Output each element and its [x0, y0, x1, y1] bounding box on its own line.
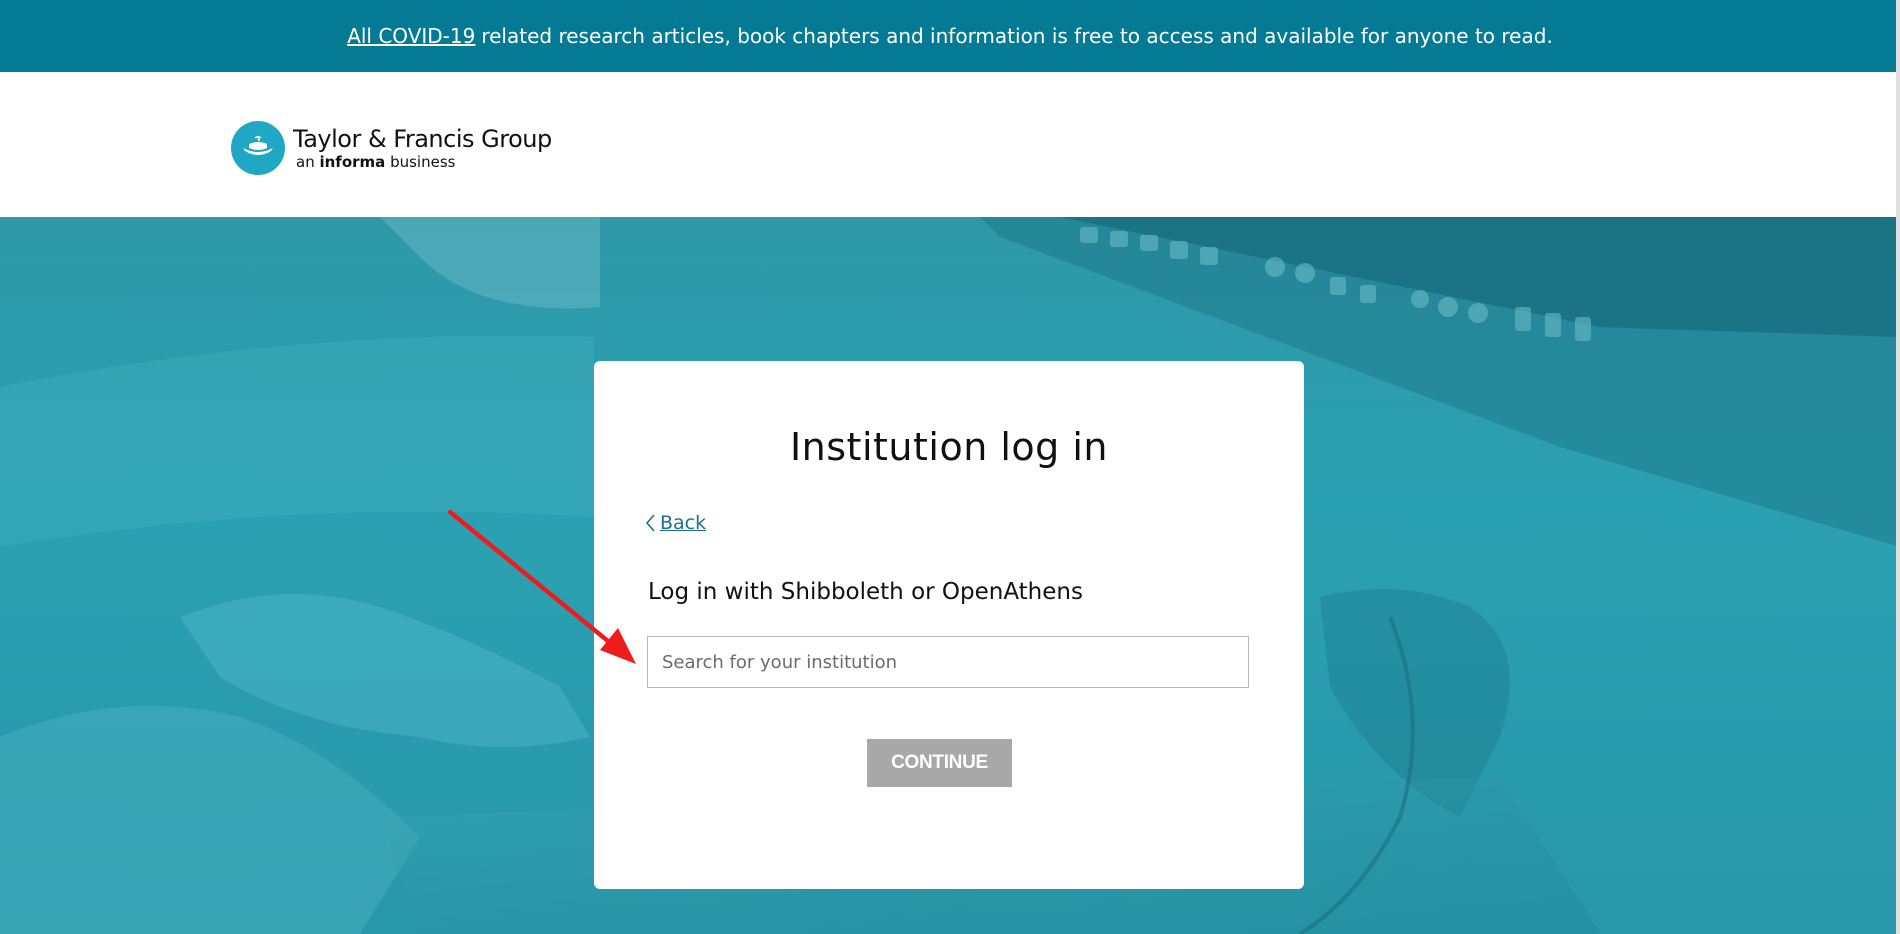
teapot-lamp-icon	[231, 121, 285, 175]
taylor-francis-logo[interactable]: Taylor & Francis Group an informa busine…	[231, 121, 552, 175]
login-method-subtitle: Log in with Shibboleth or OpenAthens	[648, 579, 1083, 605]
banner-text: related research articles, book chapters…	[481, 24, 1553, 48]
institution-search-input[interactable]	[647, 636, 1249, 688]
logo-sub-bold: informa	[319, 153, 386, 171]
logo-title: Taylor & Francis Group	[293, 125, 552, 153]
site-header: Taylor & Francis Group an informa busine…	[0, 72, 1900, 217]
page-title: Institution log in	[789, 425, 1109, 469]
continue-button[interactable]: CONTINUE	[867, 739, 1012, 787]
back-link[interactable]: Back	[644, 512, 706, 534]
logo-subtitle: an informa business	[296, 153, 552, 171]
page-scrollbar[interactable]	[1896, 0, 1900, 934]
login-card: Institution log in Back Log in with Shib…	[594, 361, 1304, 889]
logo-sub-prefix: an	[296, 153, 315, 171]
logo-sub-suffix: business	[390, 153, 456, 171]
covid-link[interactable]: All COVID-19	[347, 24, 475, 48]
annotation-arrow-icon	[447, 509, 636, 664]
back-link-label: Back	[660, 512, 707, 534]
covid-banner: All COVID-19 related research articles, …	[0, 0, 1900, 72]
chevron-left-icon	[645, 514, 655, 532]
